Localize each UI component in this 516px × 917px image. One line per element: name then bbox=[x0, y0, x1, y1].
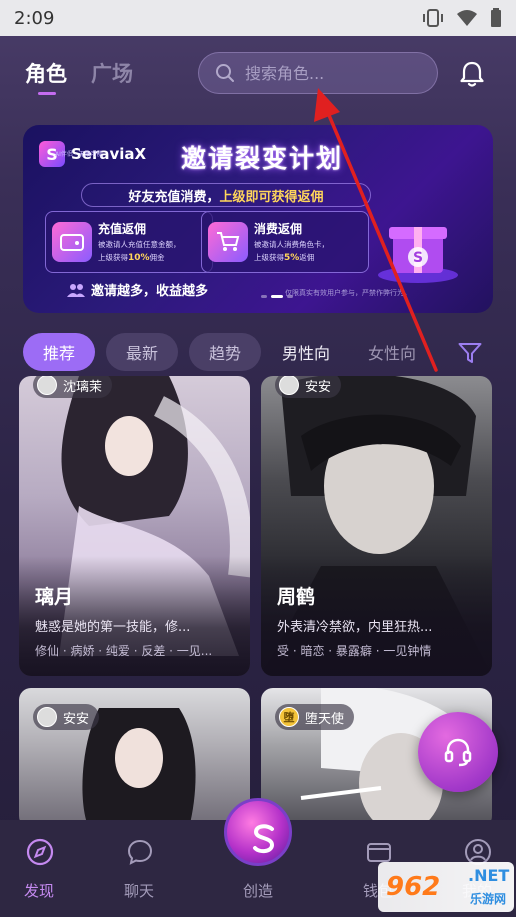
create-logo-button[interactable] bbox=[224, 798, 292, 866]
banner-footer: 邀请越多，收益越多 bbox=[67, 280, 208, 299]
character-tags: 修仙 · 病娇 · 纯爱 · 反差 · 一见... bbox=[35, 644, 213, 658]
author-name: 安安 bbox=[63, 711, 90, 727]
nav-chat[interactable]: 聊天 bbox=[109, 820, 169, 917]
chip-trend[interactable]: 趋势 bbox=[189, 333, 261, 371]
search-input[interactable] bbox=[245, 63, 415, 83]
banner-note: 仅限真实有效用户参与，严禁作弊行为。 bbox=[285, 289, 411, 297]
spend-rebate-desc: 被邀请人消费角色卡， 上级获得5%返佣 bbox=[254, 238, 329, 265]
wifi-icon bbox=[457, 10, 477, 26]
author-badge[interactable]: 安安 bbox=[275, 376, 342, 398]
recharge-desc-suffix: 佣金 bbox=[149, 253, 165, 262]
chip-female-oriented[interactable]: 女性向 bbox=[362, 333, 422, 371]
watermark-sub: 乐游网 bbox=[470, 892, 507, 906]
author-name: 安安 bbox=[305, 379, 332, 395]
chip-male-oriented[interactable]: 男性向 bbox=[276, 333, 336, 371]
banner-subtitle: 好友充值消费， 上级即可获得返佣 bbox=[81, 183, 371, 207]
recharge-rebate-desc: 被邀请人充值任意金额， 上级获得10%佣金 bbox=[98, 238, 181, 265]
character-name: 璃月 bbox=[35, 586, 74, 608]
seraviax-s-icon bbox=[253, 824, 275, 854]
status-icons bbox=[422, 8, 502, 28]
spend-pct: 5% bbox=[284, 253, 300, 263]
watermark-number: 962 bbox=[386, 872, 441, 902]
headset-icon bbox=[444, 738, 472, 767]
character-tags: 受 · 暗恋 · 暴露癖 · 一见钟情 bbox=[277, 644, 432, 658]
character-description: 魅惑是她的第一技能，修... bbox=[35, 620, 191, 635]
author-badge[interactable]: 沈璃茉 bbox=[33, 376, 113, 398]
banner-footer-text: 邀请越多，收益越多 bbox=[91, 284, 209, 299]
banner-title: 邀请裂变计划 bbox=[181, 144, 344, 173]
character-name: 周鹤 bbox=[277, 586, 316, 608]
nav-discover-label: 发现 bbox=[23, 882, 54, 900]
vibrate-icon bbox=[423, 9, 443, 27]
notification-bell-icon[interactable] bbox=[459, 60, 485, 88]
tab-role[interactable]: 角色 bbox=[25, 58, 67, 88]
tab-active-indicator bbox=[38, 92, 56, 95]
spend-desc-suffix: 返佣 bbox=[299, 253, 315, 262]
character-description: 外表清冷禁欲，内里狂热... bbox=[277, 620, 433, 635]
banner-subtitle-b: 上级即可获得返佣 bbox=[219, 189, 324, 205]
banner-logo-sub: AI伴侣 · 无限可能 bbox=[55, 151, 103, 158]
filter-chips: 推荐 最新 趋势 男性向 女性向 bbox=[0, 333, 516, 373]
banner-dot-active bbox=[271, 295, 283, 298]
recharge-rebate-card: 充值返佣 被邀请人充值任意金额， 上级获得10%佣金 bbox=[45, 211, 213, 273]
author-name: 沈璃茉 bbox=[63, 379, 103, 395]
users-icon bbox=[67, 283, 85, 297]
search-icon bbox=[216, 64, 234, 82]
cart-icon bbox=[208, 222, 248, 262]
character-card[interactable]: 安安 周鹤 外表清冷禁欲，内里狂热... 受 · 暗恋 · 暴露癖 · 一见钟情 bbox=[261, 376, 492, 676]
author-badge[interactable]: 堕 堕天使 bbox=[275, 704, 355, 730]
spend-desc-prefix: 上级获得 bbox=[254, 253, 284, 262]
author-badge[interactable]: 安安 bbox=[33, 704, 100, 730]
spend-rebate-desc-line2: 上级获得5%返佣 bbox=[254, 251, 329, 265]
wallet-icon bbox=[52, 222, 92, 262]
watermark-net: .NET bbox=[468, 866, 510, 885]
recharge-rebate-title: 充值返佣 bbox=[98, 222, 147, 236]
nav-create[interactable]: 创造 bbox=[218, 798, 298, 917]
recharge-pct: 10% bbox=[128, 253, 150, 263]
promo-banner[interactable]: S SeraviaX AI伴侣 · 无限可能 邀请裂变计划 好友充值消费， 上级即… bbox=[23, 125, 493, 313]
spend-rebate-card: 消费返佣 被邀请人消费角色卡， 上级获得5%返佣 bbox=[201, 211, 369, 273]
svg-text:S: S bbox=[413, 250, 423, 266]
author-avatar bbox=[37, 376, 57, 395]
author-name: 堕天使 bbox=[305, 711, 345, 727]
banner-subtitle-a: 好友充值消费， bbox=[128, 189, 220, 205]
site-watermark: 962 .NET 乐游网 bbox=[378, 862, 514, 912]
character-card[interactable]: 安安 bbox=[19, 688, 250, 828]
compass-icon bbox=[26, 838, 54, 866]
recharge-desc-prefix: 上级获得 bbox=[98, 253, 128, 262]
customer-service-button[interactable] bbox=[418, 712, 498, 792]
author-avatar: 堕 bbox=[279, 707, 299, 727]
recharge-rebate-desc-line1: 被邀请人充值任意金额， bbox=[98, 240, 181, 249]
filter-icon[interactable] bbox=[458, 342, 482, 364]
author-avatar bbox=[279, 376, 299, 395]
battery-icon bbox=[491, 8, 501, 27]
character-card[interactable]: 沈璃茉 璃月 魅惑是她的第一技能，修... 修仙 · 病娇 · 纯爱 · 反差 … bbox=[19, 376, 250, 676]
status-bar: 2:09 bbox=[0, 0, 516, 36]
author-avatar bbox=[37, 707, 57, 727]
search-bar[interactable] bbox=[198, 52, 438, 94]
top-header: 角色 广场 bbox=[0, 36, 516, 108]
chat-bubble-icon bbox=[127, 839, 153, 865]
chip-recommend[interactable]: 推荐 bbox=[23, 333, 95, 371]
tab-plaza[interactable]: 广场 bbox=[91, 58, 133, 88]
recharge-rebate-desc-line2: 上级获得10%佣金 bbox=[98, 251, 181, 265]
chip-latest[interactable]: 最新 bbox=[106, 333, 178, 371]
gift-box-icon: S bbox=[378, 227, 458, 283]
nav-discover[interactable]: 发现 bbox=[9, 820, 69, 917]
nav-create-label: 创造 bbox=[242, 882, 273, 900]
spend-rebate-desc-line1: 被邀请人消费角色卡， bbox=[254, 240, 329, 249]
nav-chat-label: 聊天 bbox=[123, 882, 154, 900]
spend-rebate-title: 消费返佣 bbox=[254, 222, 303, 236]
banner-dot bbox=[261, 295, 267, 298]
status-time: 2:09 bbox=[14, 7, 55, 29]
